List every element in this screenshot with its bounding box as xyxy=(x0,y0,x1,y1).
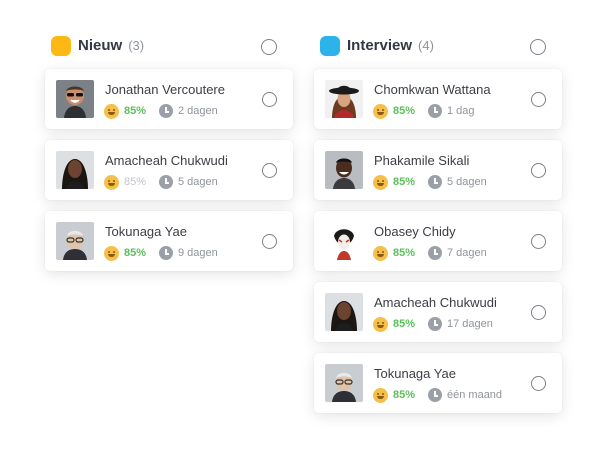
status-color-square xyxy=(320,36,340,56)
column-header: Nieuw (3) xyxy=(45,30,293,62)
clock-icon xyxy=(428,175,442,189)
time-in-stage: 5 dagen xyxy=(178,176,218,188)
candidate-card[interactable]: Tokunaga Yae 85% één maand xyxy=(314,353,562,413)
time-in-stage: één maand xyxy=(447,389,503,401)
card-list: Jonathan Vercoutere 85% 2 dagen Amacheah… xyxy=(45,69,293,282)
card-meta: 85% 5 dagen xyxy=(373,174,487,190)
column-title: Nieuw (3) xyxy=(78,37,145,54)
smile-icon xyxy=(104,245,119,261)
smile-icon xyxy=(104,103,119,119)
select-radio[interactable] xyxy=(262,163,277,178)
candidate-name: Jonathan Vercoutere xyxy=(105,82,225,97)
smile-icon xyxy=(373,387,388,403)
select-radio[interactable] xyxy=(531,376,546,391)
candidate-name: Phakamile Sikali xyxy=(374,153,470,168)
select-radio[interactable] xyxy=(262,234,277,249)
clock-icon xyxy=(159,104,173,118)
time-in-stage: 17 dagen xyxy=(447,318,493,330)
time-in-stage: 5 dagen xyxy=(447,176,487,188)
candidate-card[interactable]: Tokunaga Yae 85% 9 dagen xyxy=(45,211,293,271)
time-in-stage: 9 dagen xyxy=(178,247,218,259)
candidate-card[interactable]: Amacheah Chukwudi 85% 5 dagen xyxy=(45,140,293,200)
match-score: 85% xyxy=(393,389,416,401)
avatar xyxy=(325,364,363,402)
card-list: Chomkwan Wattana 85% 1 dag Phakamile Sik… xyxy=(314,69,562,424)
select-radio[interactable] xyxy=(531,234,546,249)
candidate-name: Obasey Chidy xyxy=(374,224,456,239)
column-header: Interview (4) xyxy=(314,30,562,62)
clock-icon xyxy=(159,175,173,189)
card-meta: 85% 2 dagen xyxy=(104,103,218,119)
match-score: 85% xyxy=(393,176,416,188)
column-nieuw: Nieuw (3) Jonathan Vercoutere 85% 2 dagen… xyxy=(45,30,293,271)
smile-icon xyxy=(373,316,388,332)
candidate-card[interactable]: Chomkwan Wattana 85% 1 dag xyxy=(314,69,562,129)
candidate-name: Amacheah Chukwudi xyxy=(374,295,497,310)
candidate-card[interactable]: Amacheah Chukwudi 85% 17 dagen xyxy=(314,282,562,342)
smile-icon xyxy=(373,245,388,261)
avatar xyxy=(325,222,363,260)
time-in-stage: 7 dagen xyxy=(447,247,487,259)
avatar xyxy=(56,222,94,260)
match-score: 85% xyxy=(124,176,147,188)
smile-icon xyxy=(373,174,388,190)
time-in-stage: 1 dag xyxy=(447,105,475,117)
clock-icon xyxy=(428,104,442,118)
clock-icon xyxy=(428,317,442,331)
select-radio[interactable] xyxy=(531,305,546,320)
column-interview: Interview (4) Chomkwan Wattana 85% 1 dag … xyxy=(314,30,562,413)
status-color-square xyxy=(51,36,71,56)
smile-icon xyxy=(373,103,388,119)
candidate-name: Chomkwan Wattana xyxy=(374,82,491,97)
match-score: 85% xyxy=(124,105,147,117)
time-in-stage: 2 dagen xyxy=(178,105,218,117)
candidate-name: Amacheah Chukwudi xyxy=(105,153,228,168)
avatar xyxy=(325,151,363,189)
column-count: (4) xyxy=(418,38,434,53)
select-radio[interactable] xyxy=(531,92,546,107)
avatar xyxy=(325,293,363,331)
select-all-radio[interactable] xyxy=(261,39,277,55)
card-meta: 85% 5 dagen xyxy=(104,174,218,190)
card-meta: 85% 17 dagen xyxy=(373,316,493,332)
column-count: (3) xyxy=(128,38,145,53)
avatar xyxy=(56,80,94,118)
candidate-name: Tokunaga Yae xyxy=(374,366,456,381)
smile-icon xyxy=(104,174,119,190)
match-score: 85% xyxy=(393,247,416,259)
avatar xyxy=(325,80,363,118)
candidate-name: Tokunaga Yae xyxy=(105,224,187,239)
candidate-card[interactable]: Jonathan Vercoutere 85% 2 dagen xyxy=(45,69,293,129)
avatar xyxy=(56,151,94,189)
clock-icon xyxy=(159,246,173,260)
clock-icon xyxy=(428,388,442,402)
candidate-card[interactable]: Phakamile Sikali 85% 5 dagen xyxy=(314,140,562,200)
card-meta: 85% één maand xyxy=(373,387,502,403)
clock-icon xyxy=(428,246,442,260)
match-score: 85% xyxy=(393,318,416,330)
column-title: Interview (4) xyxy=(347,37,434,54)
card-meta: 85% 7 dagen xyxy=(373,245,487,261)
match-score: 85% xyxy=(124,247,147,259)
match-score: 85% xyxy=(393,105,416,117)
candidate-card[interactable]: Obasey Chidy 85% 7 dagen xyxy=(314,211,562,271)
select-all-radio[interactable] xyxy=(530,39,546,55)
card-meta: 85% 1 dag xyxy=(373,103,475,119)
select-radio[interactable] xyxy=(531,163,546,178)
card-meta: 85% 9 dagen xyxy=(104,245,218,261)
select-radio[interactable] xyxy=(262,92,277,107)
